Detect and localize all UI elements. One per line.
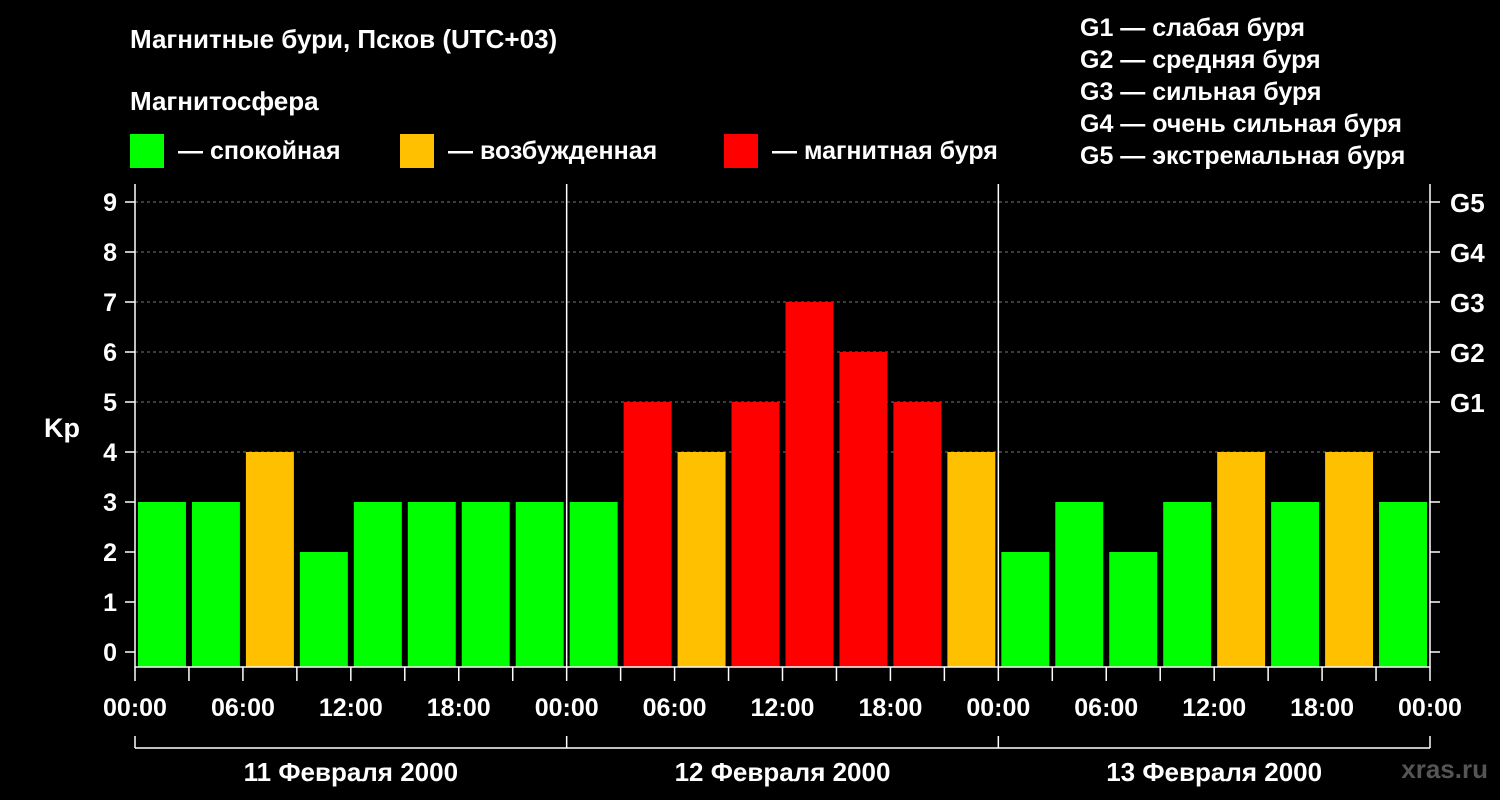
kp-bar — [893, 402, 942, 667]
y-tick-label: 1 — [103, 589, 117, 617]
kp-bar — [515, 502, 564, 667]
x-tick-label: 00:00 — [966, 694, 1030, 722]
day-label: 12 Февраля 2000 — [675, 757, 891, 787]
y-tick-label: 6 — [103, 339, 117, 367]
kp-bar — [461, 502, 510, 667]
kp-bar — [353, 502, 402, 667]
day-label: 11 Февраля 2000 — [244, 757, 458, 787]
day-label: 13 Февраля 2000 — [1106, 757, 1322, 787]
x-tick-label: 12:00 — [319, 694, 383, 722]
kp-bar — [569, 502, 618, 667]
kp-bar — [1109, 552, 1158, 667]
kp-bar — [785, 302, 834, 667]
kp-bar-chart: 0 1 2 3 4 5 6 7 8 9 G1 G2 G3 G4 G5 Kp 00:00 06:00 12:00 18:… — [44, 184, 1485, 787]
g-level-label: G4 — [1450, 238, 1485, 268]
x-tick-label: 18:00 — [858, 694, 922, 722]
kp-bar — [1163, 502, 1212, 667]
x-tick-label: 00:00 — [103, 694, 167, 722]
x-tick-label: 12:00 — [751, 694, 815, 722]
kp-bar — [299, 552, 348, 667]
kp-bar — [191, 502, 240, 667]
kp-bar — [407, 502, 456, 667]
x-tick-label: 18:00 — [427, 694, 491, 722]
kp-bar — [1001, 552, 1050, 667]
kp-bar — [731, 402, 780, 667]
x-tick-label: 06:00 — [211, 694, 275, 722]
kp-bar — [1379, 502, 1427, 667]
kp-bar — [677, 452, 726, 667]
kp-bar — [1325, 452, 1374, 667]
g-level-label: G5 — [1450, 188, 1485, 218]
kp-bar — [839, 352, 888, 667]
g-level-label: G3 — [1450, 288, 1485, 318]
kp-bar — [947, 452, 996, 667]
x-tick-label: 06:00 — [1074, 694, 1138, 722]
y-tick-label: 7 — [103, 289, 117, 317]
x-tick-label: 18:00 — [1290, 694, 1354, 722]
y-tick-label: 5 — [103, 389, 117, 417]
g-level-label: G2 — [1450, 338, 1485, 368]
y-tick-label: 0 — [103, 639, 117, 667]
y-tick-label: 8 — [103, 239, 117, 267]
watermark: xras.ru — [1401, 754, 1488, 784]
kp-bar — [1217, 452, 1266, 667]
y-tick-label: 4 — [103, 439, 117, 467]
x-tick-label: 00:00 — [535, 694, 599, 722]
g-level-label: G1 — [1450, 388, 1485, 418]
y-tick-label: 9 — [103, 189, 117, 217]
y-axis-label: Kp — [44, 413, 80, 443]
kp-bar — [245, 452, 294, 667]
x-tick-label: 06:00 — [643, 694, 707, 722]
kp-bar — [138, 502, 186, 667]
y-tick-label: 2 — [103, 539, 117, 567]
kp-bar — [1055, 502, 1104, 667]
kp-bar — [623, 402, 672, 667]
y-tick-label: 3 — [103, 489, 117, 517]
x-tick-label: 00:00 — [1398, 694, 1462, 722]
x-tick-label: 12:00 — [1182, 694, 1246, 722]
kp-bar — [1271, 502, 1320, 667]
